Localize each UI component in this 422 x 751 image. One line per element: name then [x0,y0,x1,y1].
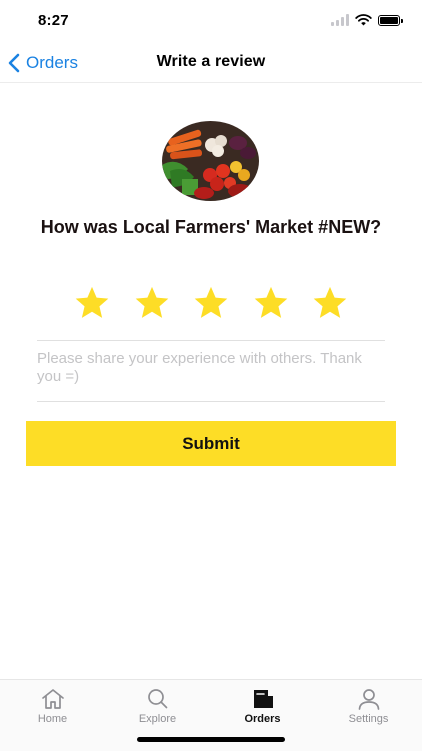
star-icon-4[interactable] [252,284,290,322]
wifi-icon [355,14,372,26]
signal-icon [331,14,349,26]
submit-button[interactable]: Submit [26,421,396,466]
tab-home-label: Home [37,713,68,725]
tab-explore[interactable]: Explore [105,688,210,728]
nav-bar: Orders Write a review [0,44,422,83]
battery-icon [378,14,403,26]
tab-explore-label: Explore [138,713,177,725]
star-icon-5[interactable] [311,284,349,322]
tab-orders-label: Orders [244,713,281,725]
tab-home[interactable]: Home [0,688,105,728]
page-title: Write a review [156,53,266,70]
status-icons [331,14,403,26]
home-icon [41,689,64,709]
star-icon-2[interactable] [133,284,171,322]
tab-orders[interactable]: Orders [210,688,315,728]
star-icon-1[interactable] [73,284,111,322]
tab-settings[interactable]: Settings [316,688,421,728]
store-image [162,121,259,201]
star-icon-3[interactable] [192,284,230,322]
home-indicator [137,737,285,742]
tab-settings-label: Settings [348,713,389,725]
search-icon [147,689,167,709]
status-time: 8:27 [38,12,69,29]
review-text-field [37,340,385,402]
review-question: How was Local Farmers' Market #NEW? [40,217,382,237]
orders-icon [253,690,273,708]
person-icon [358,689,379,710]
status-bar: 8:27 [0,0,422,44]
review-textarea[interactable] [37,341,385,401]
star-rating [73,284,349,322]
